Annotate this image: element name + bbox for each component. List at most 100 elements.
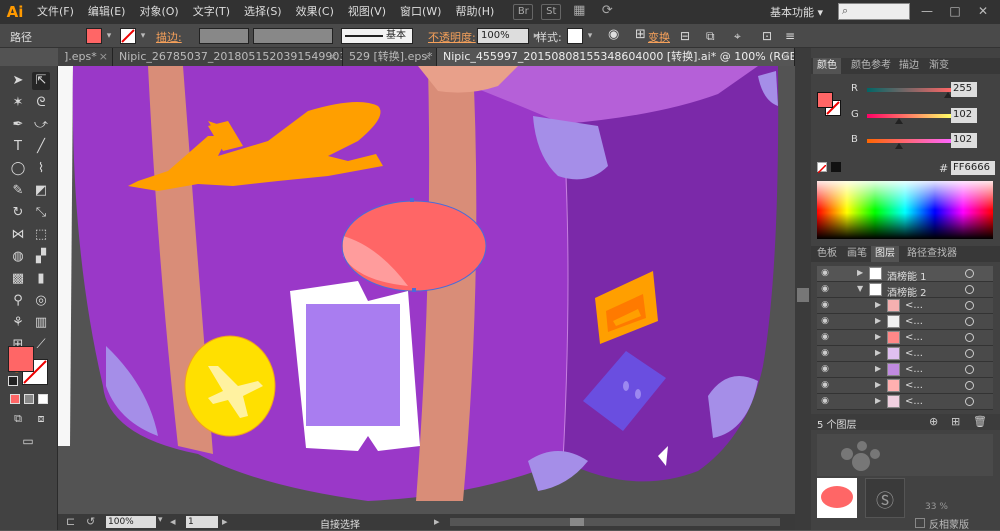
chevron-down-icon[interactable]: ▼ [857, 284, 863, 293]
draw-mode-icon[interactable]: ⧈ [32, 410, 50, 428]
pen-tool[interactable]: ✒ [9, 116, 27, 134]
target-icon[interactable] [965, 381, 974, 390]
eye-icon[interactable]: ◉ [819, 300, 831, 310]
tab-document[interactable]: ].eps* × [58, 48, 113, 66]
close-icon[interactable]: × [781, 48, 790, 66]
horizontal-scrollbar[interactable] [450, 518, 780, 526]
target-icon[interactable] [965, 317, 974, 326]
scale-tool[interactable]: ⤡ [32, 204, 50, 222]
opacity-label[interactable]: 不透明度: [428, 29, 476, 45]
target-icon[interactable] [965, 365, 974, 374]
new-layer-icon[interactable]: ⊕ [929, 415, 938, 428]
artwork-canvas[interactable] [58, 66, 795, 514]
chevron-right-icon[interactable]: ▶ [875, 364, 881, 373]
layer-row[interactable]: ◉ ▼ 酒榜能 2 [817, 282, 993, 299]
none-color-icon[interactable] [817, 162, 827, 174]
close-icon[interactable]: × [423, 48, 432, 66]
rotate-view-icon[interactable]: ↺ [86, 515, 95, 528]
opacity-mask-thumbnail[interactable]: Ⓢ [865, 478, 905, 518]
workspace-switcher[interactable]: 基本功能 ▾ [770, 4, 823, 20]
shape-builder-tool[interactable]: ◍ [9, 248, 27, 266]
layer-row[interactable]: ◉ ▶ <... [817, 298, 993, 314]
eye-icon[interactable]: ◉ [819, 332, 831, 342]
target-icon[interactable] [965, 397, 974, 406]
red-track[interactable] [867, 88, 951, 92]
curvature-tool[interactable]: ⤻ [32, 116, 50, 134]
chevron-right-icon[interactable]: ▶ [875, 348, 881, 357]
blue-value[interactable]: 102 [951, 133, 977, 148]
chevron-right-icon[interactable]: ▶ [875, 396, 881, 405]
chevron-right-icon[interactable]: ▶ [875, 300, 881, 309]
chevron-down-icon[interactable]: ▾ [103, 28, 115, 44]
panel-fill-swatch[interactable] [817, 92, 833, 108]
menu-edit[interactable]: 编辑(E) [81, 0, 133, 24]
direct-selection-tool[interactable]: ⇱ [32, 72, 50, 90]
paintbrush-tool[interactable]: ⌇ [32, 160, 50, 178]
mask-thumbnail[interactable] [817, 478, 857, 518]
blue-track[interactable] [867, 139, 951, 143]
new-sublayer-icon[interactable]: ⊞ [951, 415, 960, 428]
menu-select[interactable]: 选择(S) [237, 0, 289, 24]
tab-document[interactable]: 529 [转换].eps* × [343, 48, 437, 66]
selection-tool[interactable]: ➤ [9, 72, 27, 90]
transform-label[interactable]: 变换 [648, 29, 670, 45]
layer-row[interactable]: ◉ ▶ <... [817, 314, 993, 330]
layer-row[interactable]: ◉ ▶ <... [817, 346, 993, 362]
hex-field[interactable]: FF6666 [951, 161, 995, 175]
red-value[interactable]: 255 [951, 82, 977, 97]
free-transform-tool[interactable]: ⬚ [32, 226, 50, 244]
layer-row[interactable]: ◉ ▶ <... [817, 330, 993, 346]
tab-document[interactable]: Nipic_26785037_20180515203915499034.ai*× [113, 48, 343, 66]
blue-thumb[interactable] [895, 143, 903, 149]
eye-icon[interactable]: ◉ [819, 396, 831, 406]
tab-swatches[interactable]: 色板 [813, 246, 841, 262]
next-page-icon[interactable]: ▸ [222, 515, 228, 528]
layer-row[interactable]: ◉ ▶ 酒榜能 1 [817, 266, 993, 283]
menu-file[interactable]: 文件(F) [30, 0, 81, 24]
eye-icon[interactable]: ◉ [819, 380, 831, 390]
scroll-thumb[interactable] [570, 518, 584, 526]
align-icon[interactable]: ⊞ [635, 27, 646, 42]
chevron-right-icon[interactable]: ▶ [875, 380, 881, 389]
perspective-tool[interactable]: ▞ [32, 248, 50, 266]
tab-document-active[interactable]: Nipic_455997_20150808155348604000 [转换].a… [437, 48, 795, 66]
delete-icon[interactable]: 🗑 [973, 415, 987, 428]
pencil-tool[interactable]: ✎ [9, 182, 27, 200]
eyedropper-tool[interactable]: ⚲ [9, 292, 27, 310]
slice-tool[interactable]: ⟋ [32, 336, 50, 354]
bridge-icon[interactable]: Br [513, 4, 534, 20]
tab-brushes[interactable]: 画笔 [843, 246, 871, 262]
red-slider[interactable]: R 255 [811, 82, 1000, 98]
stroke-weight-field[interactable] [199, 28, 249, 44]
chevron-down-icon[interactable]: ▾ [158, 515, 163, 525]
fill-swatch[interactable] [86, 28, 102, 44]
stock-icon[interactable]: St [541, 4, 562, 20]
panel-menu-icon[interactable]: ⊡ [762, 29, 772, 43]
line-tool[interactable]: ╱ [32, 138, 50, 156]
target-icon[interactable] [965, 269, 974, 278]
width-tool[interactable]: ⋈ [9, 226, 27, 244]
isolate-icon[interactable]: ⊟ [680, 29, 690, 43]
eye-icon[interactable]: ◉ [819, 284, 831, 294]
ellipse-tool[interactable]: ◯ [9, 160, 27, 178]
mesh-tool[interactable]: ▩ [9, 270, 27, 288]
menu-window[interactable]: 窗口(W) [393, 0, 448, 24]
invert-mask-checkbox[interactable] [915, 518, 925, 528]
scroll-thumb[interactable] [797, 288, 809, 302]
close-icon[interactable]: × [99, 48, 108, 66]
status-menu-icon[interactable]: ▸ [434, 515, 440, 528]
variable-width-profile[interactable] [253, 28, 333, 44]
tab-color-guide[interactable]: 颜色参考 [847, 58, 895, 74]
select-similar-icon[interactable]: ⧉ [706, 29, 715, 44]
layer-row[interactable]: ◉ ▶ <... [817, 362, 993, 378]
first-page-icon[interactable]: ◂ [170, 515, 176, 528]
layer-row[interactable]: ◉ ▶ <... [817, 394, 993, 410]
chevron-down-icon[interactable]: ▾ [137, 28, 149, 44]
opacity-field[interactable]: 100% [477, 28, 529, 44]
gradient-mode-icon[interactable] [24, 394, 34, 404]
menu-view[interactable]: 视图(V) [341, 0, 393, 24]
eye-icon[interactable]: ◉ [819, 348, 831, 358]
draw-mode-icon[interactable]: ⧉ [9, 410, 27, 428]
menu-effect[interactable]: 效果(C) [289, 0, 341, 24]
target-icon[interactable] [965, 285, 974, 294]
